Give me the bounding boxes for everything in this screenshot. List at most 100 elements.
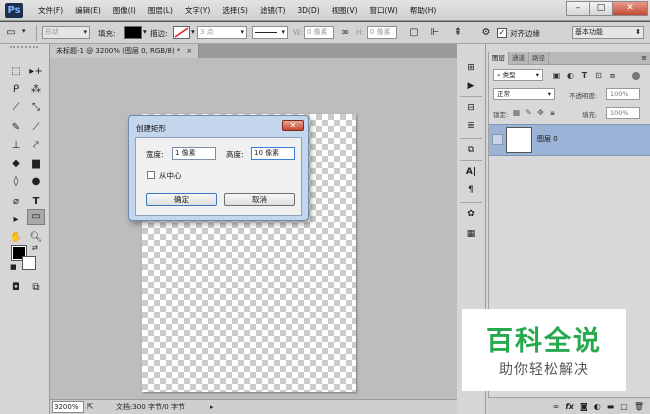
path-operations-icon[interactable]: ▢	[407, 26, 421, 40]
styles-icon[interactable]: ✿	[460, 206, 482, 222]
menu-select[interactable]: 选择(S)	[216, 0, 254, 21]
background-color-swatch[interactable]	[22, 256, 36, 270]
menu-image[interactable]: 图像(I)	[107, 0, 142, 21]
filter-type-icon[interactable]: T	[579, 70, 590, 81]
menu-type[interactable]: 文字(Y)	[179, 0, 216, 21]
menu-window[interactable]: 窗口(W)	[364, 0, 404, 21]
path-selection-icon[interactable]: ▸	[7, 212, 25, 228]
tab-channels[interactable]: 通道	[509, 51, 529, 65]
actions-play-icon[interactable]: ▶	[460, 78, 482, 94]
workspace-select[interactable]: 基本功能 ⬍	[572, 26, 644, 39]
share-icon[interactable]: ⇱	[87, 400, 94, 414]
maximize-button[interactable]: □	[589, 1, 613, 16]
gradient-tool-icon[interactable]: ▆	[27, 156, 45, 172]
filter-smart-object-icon[interactable]: ⧈	[607, 70, 618, 81]
lock-all-icon[interactable]: 🔒︎	[547, 107, 558, 118]
canvas-area[interactable]	[50, 58, 457, 399]
filter-shape-icon[interactable]: ⊡	[593, 70, 604, 81]
magic-wand-icon[interactable]: ⁂	[27, 82, 45, 98]
zoom-field[interactable]: 3200%	[52, 401, 84, 413]
ok-button[interactable]: 确定	[146, 193, 217, 206]
screen-mode-icon[interactable]: ⧉	[27, 280, 45, 296]
link-icon[interactable]: ∞	[338, 26, 352, 40]
fill-field[interactable]: 100%	[606, 107, 640, 119]
layer-visibility-icon[interactable]	[492, 134, 503, 145]
filter-adjustment-icon[interactable]: ◐	[565, 70, 576, 81]
path-alignment-icon[interactable]: ⊩	[428, 26, 442, 40]
opacity-field[interactable]: 100%	[606, 88, 640, 100]
trash-icon[interactable]: 🗑︎	[634, 402, 644, 411]
cancel-button[interactable]: 取消	[224, 193, 295, 206]
history-brush-icon[interactable]: ⤤	[27, 138, 45, 154]
menu-file[interactable]: 文件(F)	[32, 0, 69, 21]
eyedropper-icon[interactable]: ⤡	[27, 100, 45, 116]
type-tool-icon[interactable]: T	[27, 194, 45, 210]
default-colors-icon[interactable]: ■	[10, 263, 17, 271]
minimize-button[interactable]: –	[566, 1, 590, 16]
width-field[interactable]: 0 像素	[304, 26, 334, 39]
info-menu-arrow-icon[interactable]: ▸	[210, 400, 214, 414]
lock-pixels-icon[interactable]: ✎	[523, 107, 534, 118]
dodge-tool-icon[interactable]: ●	[27, 174, 45, 190]
brush-tool-icon[interactable]: ⟋	[27, 120, 45, 136]
close-icon[interactable]: ×	[186, 44, 192, 58]
preset-dropdown-arrow[interactable]: ▾	[20, 26, 30, 39]
layer-style-icon[interactable]: fx	[565, 402, 574, 411]
move-tool-icon[interactable]: ▸+	[27, 64, 45, 80]
adjustments-icon[interactable]: ≣	[460, 118, 482, 134]
path-arrangement-icon[interactable]: ⇞	[451, 26, 465, 40]
layer-name[interactable]: 图层 0	[537, 134, 558, 144]
pen-tool-icon[interactable]: ⌀	[7, 194, 25, 210]
blur-tool-icon[interactable]: ◊	[7, 174, 25, 190]
layer-kind-filter[interactable]: ⌕ 类型 ▾	[493, 69, 543, 81]
tool-mode-select[interactable]: 形状 ▾	[42, 26, 90, 39]
lock-transparency-icon[interactable]: ▦	[511, 107, 522, 118]
quick-mask-icon[interactable]: ◘	[7, 280, 25, 296]
tab-paths[interactable]: 路径	[529, 51, 549, 65]
swatches-grid-icon[interactable]: ▦	[460, 226, 482, 242]
lock-position-icon[interactable]: ✥	[535, 107, 546, 118]
menu-view[interactable]: 视图(V)	[326, 0, 364, 21]
stroke-color-swatch[interactable]	[173, 26, 190, 39]
hand-tool-icon[interactable]: ✋	[7, 230, 25, 246]
height-input[interactable]: 10 像素	[251, 147, 295, 160]
stroke-type-select[interactable]: ▾	[252, 26, 288, 39]
character-icon[interactable]: A|	[460, 164, 482, 180]
filter-pixel-icon[interactable]: ▣	[551, 70, 562, 81]
width-input[interactable]: 1 像素	[172, 147, 216, 160]
crop-tool-icon[interactable]: ⟋	[7, 100, 25, 116]
blend-mode-select[interactable]: 正常 ▾	[493, 88, 555, 100]
rectangle-tool-icon[interactable]: ▭	[27, 209, 45, 225]
rectangle-tool-preset-icon[interactable]: ▭	[4, 26, 18, 40]
height-field[interactable]: 0 像素	[367, 26, 397, 39]
new-layer-icon[interactable]: ▢	[620, 402, 628, 411]
gear-icon[interactable]: ⚙	[479, 26, 493, 40]
align-edges-checkbox[interactable]: ✓	[497, 28, 507, 38]
new-group-icon[interactable]: ▬	[607, 402, 615, 411]
properties-icon[interactable]: ⊟	[460, 100, 482, 116]
eraser-tool-icon[interactable]: ◆	[7, 156, 25, 172]
adjustment-layer-icon[interactable]: ◐	[594, 402, 601, 411]
stroke-width-field[interactable]: 3 点 ▾	[197, 26, 247, 39]
swap-colors-icon[interactable]: ⇄	[32, 244, 38, 252]
dialog-close-button[interactable]: ✕	[282, 120, 304, 131]
marquee-tool-icon[interactable]: ⬚	[7, 64, 25, 80]
lasso-tool-icon[interactable]: ᑭ	[7, 82, 25, 98]
add-mask-icon[interactable]: ◙	[580, 402, 588, 411]
healing-brush-icon[interactable]: ✎	[7, 120, 25, 136]
fill-color-swatch[interactable]	[124, 26, 142, 39]
window-close-button[interactable]: ✕	[612, 1, 648, 16]
menu-3d[interactable]: 3D(D)	[291, 0, 325, 21]
menu-edit[interactable]: 编辑(E)	[69, 0, 107, 21]
link-layers-icon[interactable]: ∞	[553, 402, 560, 411]
menu-help[interactable]: 帮助(H)	[404, 0, 443, 21]
document-tab[interactable]: 未标题-1 @ 3200% (图层 0, RGB/8) * ×	[50, 44, 200, 58]
menu-filter[interactable]: 滤镜(T)	[254, 0, 291, 21]
paragraph-icon[interactable]: ¶	[460, 182, 482, 198]
from-center-checkbox[interactable]	[147, 171, 155, 179]
history-icon[interactable]: ⊞	[460, 60, 482, 76]
menu-layer[interactable]: 图层(L)	[142, 0, 179, 21]
filter-toggle-icon[interactable]	[632, 72, 640, 80]
clone-source-icon[interactable]: ⧉	[460, 142, 482, 158]
clone-stamp-icon[interactable]: ⊥	[7, 138, 25, 154]
